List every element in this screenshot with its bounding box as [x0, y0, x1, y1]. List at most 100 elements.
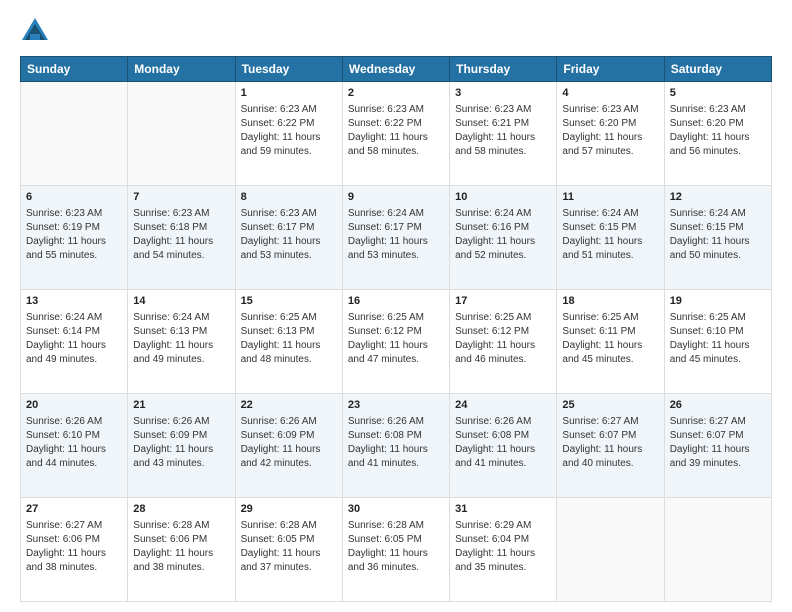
day-number: 1	[241, 86, 337, 101]
day-info: and 48 minutes.	[241, 353, 337, 367]
day-info: and 52 minutes.	[455, 249, 551, 263]
day-info: Sunrise: 6:26 AM	[348, 415, 444, 429]
day-number: 23	[348, 398, 444, 413]
day-number: 26	[670, 398, 766, 413]
day-info: Sunrise: 6:23 AM	[455, 103, 551, 117]
day-info: Sunset: 6:22 PM	[348, 117, 444, 131]
day-info: Sunset: 6:15 PM	[670, 221, 766, 235]
day-info: Sunset: 6:08 PM	[455, 429, 551, 443]
day-number: 8	[241, 190, 337, 205]
day-info: Daylight: 11 hours	[26, 547, 122, 561]
day-info: and 38 minutes.	[26, 561, 122, 575]
calendar-cell: 15Sunrise: 6:25 AMSunset: 6:13 PMDayligh…	[235, 290, 342, 394]
day-number: 12	[670, 190, 766, 205]
day-info: Sunrise: 6:23 AM	[670, 103, 766, 117]
day-info: Sunrise: 6:23 AM	[348, 103, 444, 117]
calendar-cell: 19Sunrise: 6:25 AMSunset: 6:10 PMDayligh…	[664, 290, 771, 394]
day-info: Sunset: 6:04 PM	[455, 533, 551, 547]
day-info: Daylight: 11 hours	[455, 131, 551, 145]
day-info: Sunset: 6:20 PM	[670, 117, 766, 131]
day-info: Sunrise: 6:23 AM	[562, 103, 658, 117]
calendar-cell: 5Sunrise: 6:23 AMSunset: 6:20 PMDaylight…	[664, 82, 771, 186]
day-info: Sunrise: 6:27 AM	[562, 415, 658, 429]
day-info: Sunrise: 6:23 AM	[241, 103, 337, 117]
day-info: Sunrise: 6:23 AM	[241, 207, 337, 221]
day-number: 25	[562, 398, 658, 413]
day-info: Sunset: 6:17 PM	[241, 221, 337, 235]
day-header-thursday: Thursday	[450, 57, 557, 82]
day-info: Sunrise: 6:25 AM	[241, 311, 337, 325]
day-info: Sunrise: 6:25 AM	[455, 311, 551, 325]
calendar-cell: 7Sunrise: 6:23 AMSunset: 6:18 PMDaylight…	[128, 186, 235, 290]
header	[20, 16, 772, 46]
day-info: Daylight: 11 hours	[133, 339, 229, 353]
day-info: and 41 minutes.	[455, 457, 551, 471]
day-info: and 36 minutes.	[348, 561, 444, 575]
day-info: Sunrise: 6:26 AM	[455, 415, 551, 429]
day-info: and 58 minutes.	[348, 145, 444, 159]
day-info: Sunset: 6:10 PM	[26, 429, 122, 443]
day-info: Sunrise: 6:25 AM	[670, 311, 766, 325]
day-info: Daylight: 11 hours	[241, 339, 337, 353]
day-info: Sunrise: 6:26 AM	[241, 415, 337, 429]
calendar-cell: 8 Sunrise: 6:23 AMSunset: 6:17 PMDaylight…	[235, 186, 342, 290]
day-number: 9	[348, 190, 444, 205]
day-info: and 47 minutes.	[348, 353, 444, 367]
day-info: Sunrise: 6:29 AM	[455, 519, 551, 533]
day-header-saturday: Saturday	[664, 57, 771, 82]
calendar-cell: 23Sunrise: 6:26 AMSunset: 6:08 PMDayligh…	[342, 394, 449, 498]
day-info: Daylight: 11 hours	[562, 339, 658, 353]
day-info: Daylight: 11 hours	[670, 339, 766, 353]
day-info: Daylight: 11 hours	[562, 235, 658, 249]
day-info: Sunrise: 6:26 AM	[26, 415, 122, 429]
day-info: Daylight: 11 hours	[348, 547, 444, 561]
day-number: 24	[455, 398, 551, 413]
day-header-sunday: Sunday	[21, 57, 128, 82]
day-info: and 57 minutes.	[562, 145, 658, 159]
day-number: 10	[455, 190, 551, 205]
day-info: Daylight: 11 hours	[455, 547, 551, 561]
day-info: Daylight: 11 hours	[241, 131, 337, 145]
day-info: Sunrise: 6:28 AM	[241, 519, 337, 533]
day-number: 2	[348, 86, 444, 101]
day-info: and 42 minutes.	[241, 457, 337, 471]
day-number: 30	[348, 502, 444, 517]
day-info: Sunset: 6:05 PM	[348, 533, 444, 547]
calendar-cell	[557, 498, 664, 602]
day-info: Sunrise: 6:24 AM	[26, 311, 122, 325]
day-info: and 49 minutes.	[133, 353, 229, 367]
day-info: Daylight: 11 hours	[133, 547, 229, 561]
day-info: Daylight: 11 hours	[133, 443, 229, 457]
day-info: and 41 minutes.	[348, 457, 444, 471]
day-info: Daylight: 11 hours	[241, 235, 337, 249]
day-info: and 37 minutes.	[241, 561, 337, 575]
day-info: Daylight: 11 hours	[26, 443, 122, 457]
day-number: 5	[670, 86, 766, 101]
day-number: 19	[670, 294, 766, 309]
day-number: 16	[348, 294, 444, 309]
day-number: 4	[562, 86, 658, 101]
calendar-cell: 20 Sunrise: 6:26 AMSunset: 6:10 PMDayligh…	[21, 394, 128, 498]
day-number: 20	[26, 398, 122, 413]
calendar-cell: 28Sunrise: 6:28 AMSunset: 6:06 PMDayligh…	[128, 498, 235, 602]
calendar-cell: 22Sunrise: 6:26 AMSunset: 6:09 PMDayligh…	[235, 394, 342, 498]
day-info: Sunrise: 6:24 AM	[670, 207, 766, 221]
day-info: Daylight: 11 hours	[348, 339, 444, 353]
calendar-cell: 4Sunrise: 6:23 AMSunset: 6:20 PMDaylight…	[557, 82, 664, 186]
day-number: 31	[455, 502, 551, 517]
day-info: and 38 minutes.	[133, 561, 229, 575]
calendar-cell: 9Sunrise: 6:24 AMSunset: 6:17 PMDaylight…	[342, 186, 449, 290]
day-info: Daylight: 11 hours	[348, 443, 444, 457]
day-info: Sunrise: 6:27 AM	[26, 519, 122, 533]
day-info: Sunset: 6:09 PM	[241, 429, 337, 443]
day-number: 14	[133, 294, 229, 309]
day-info: Daylight: 11 hours	[670, 443, 766, 457]
day-info: and 43 minutes.	[133, 457, 229, 471]
calendar-cell	[664, 498, 771, 602]
day-info: Sunset: 6:06 PM	[26, 533, 122, 547]
day-header-wednesday: Wednesday	[342, 57, 449, 82]
day-info: Daylight: 11 hours	[670, 235, 766, 249]
day-number: 17	[455, 294, 551, 309]
calendar-cell: 14Sunrise: 6:24 AMSunset: 6:13 PMDayligh…	[128, 290, 235, 394]
day-info: and 45 minutes.	[562, 353, 658, 367]
